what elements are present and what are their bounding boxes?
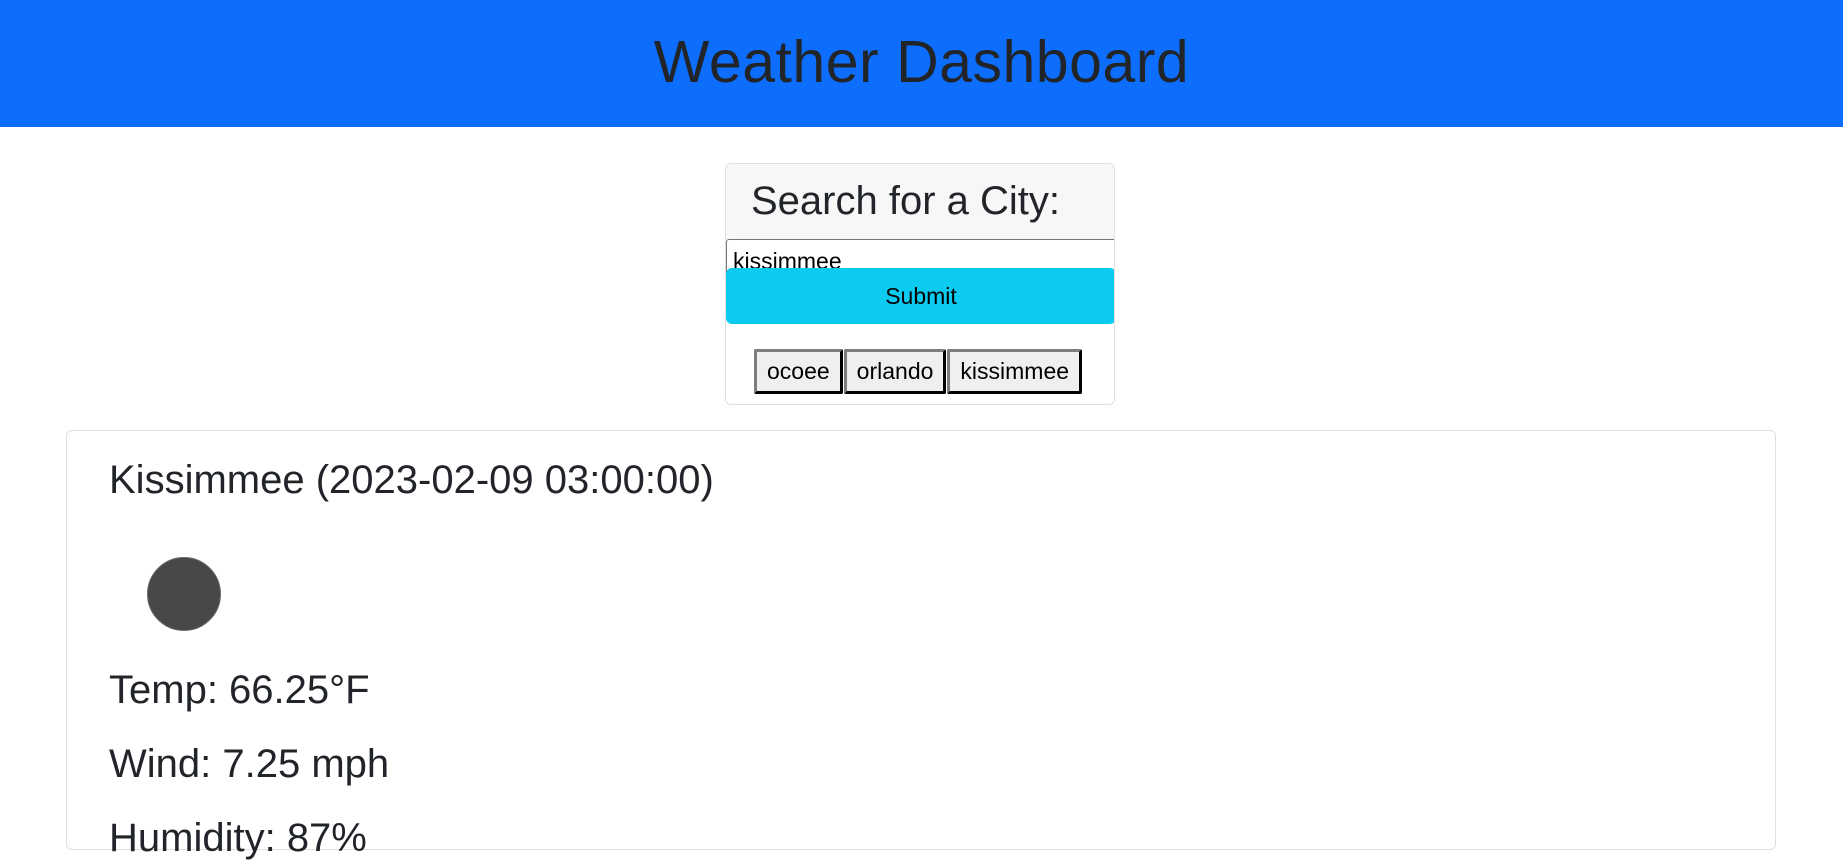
history-button-orlando[interactable]: orlando — [843, 349, 947, 394]
weather-condition-icon — [147, 557, 221, 631]
history-button-ocoee[interactable]: ocoee — [754, 349, 843, 394]
city-date-title: Kissimmee (2023-02-09 03:00:00) — [109, 458, 714, 502]
page-title: Weather Dashboard — [653, 28, 1190, 95]
page-header: Weather Dashboard — [0, 0, 1843, 127]
temperature-text: Temp: 66.25°F — [109, 668, 370, 712]
current-weather-card: Kissimmee (2023-02-09 03:00:00) Temp: 66… — [66, 430, 1776, 860]
wind-text: Wind: 7.25 mph — [109, 742, 390, 786]
submit-button[interactable]: Submit — [726, 268, 1114, 324]
search-history: ocoee orlando kissimmee — [754, 349, 1083, 394]
search-panel-header: Search for a City: — [726, 164, 1114, 239]
search-heading: Search for a City: — [751, 179, 1061, 223]
humidity-text: Humidity: 87% — [109, 816, 367, 860]
history-button-kissimmee[interactable]: kissimmee — [947, 349, 1083, 394]
